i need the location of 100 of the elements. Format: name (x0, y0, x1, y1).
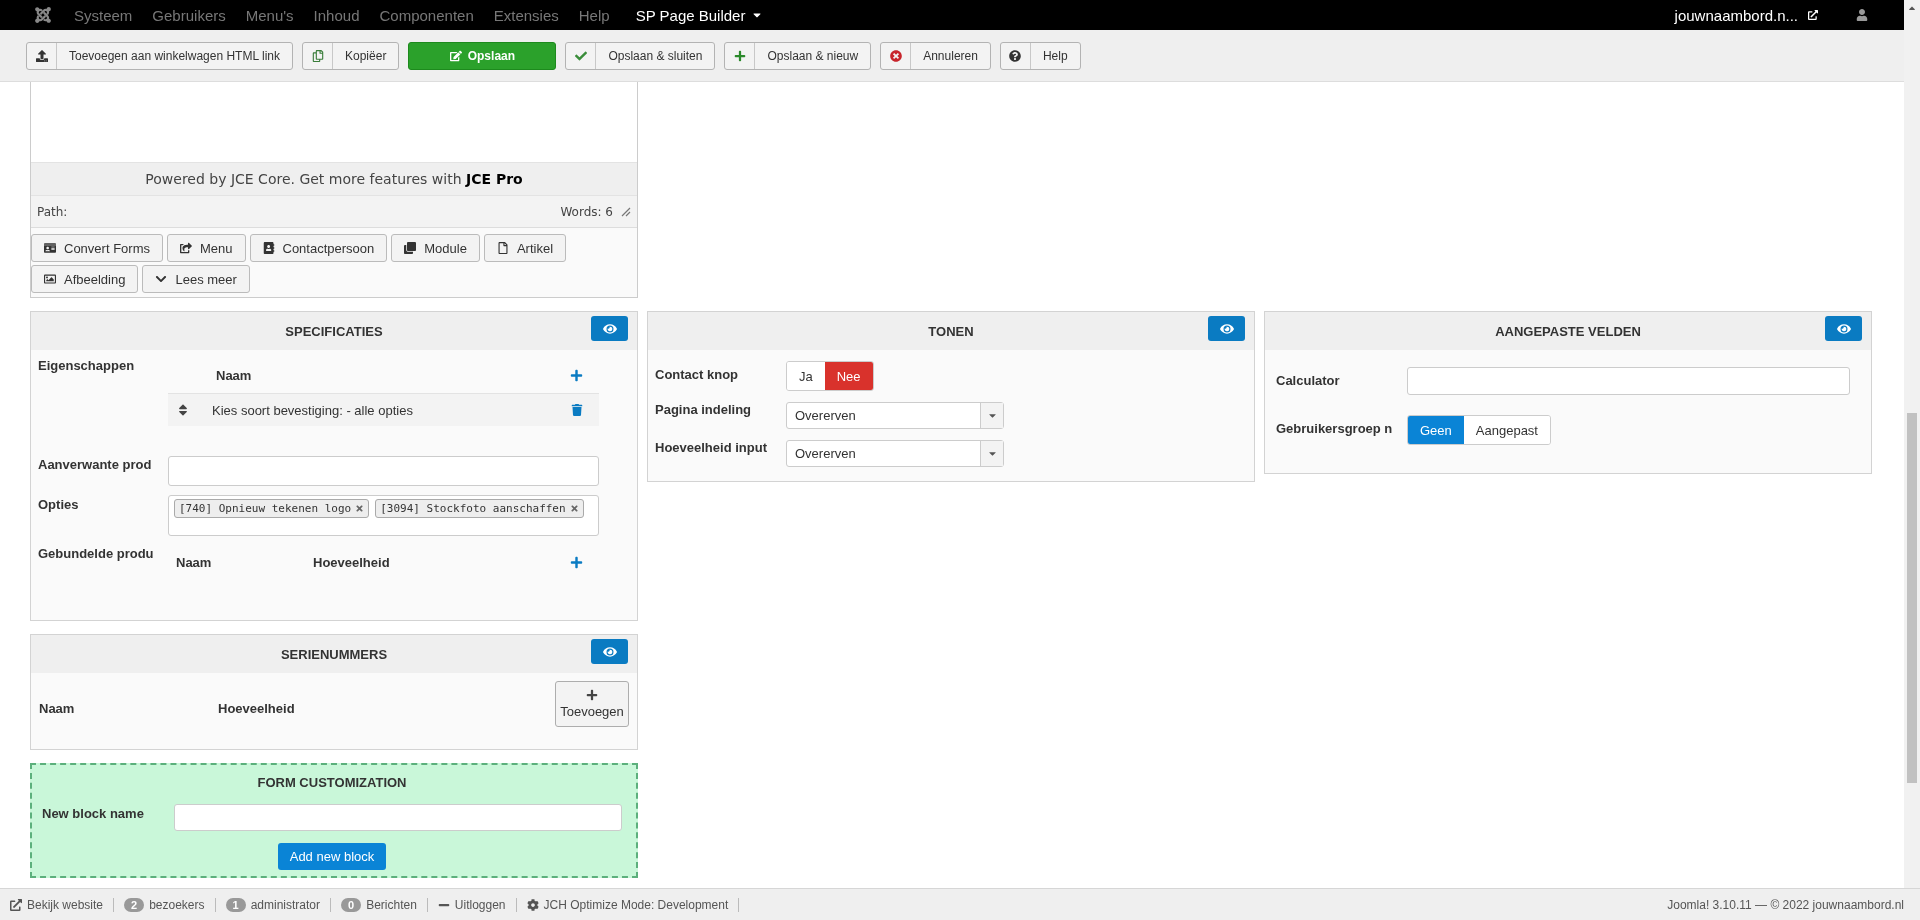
status-link[interactable]: JCH Optimize Mode: Development (543, 897, 729, 912)
toggle-option[interactable]: Ja (787, 362, 825, 390)
input-field[interactable] (1407, 367, 1850, 395)
chevron-down-icon (155, 273, 168, 285)
status-link[interactable]: administrator (250, 897, 320, 912)
field-label: Aanverwante prod (38, 456, 153, 472)
column-header: Hoeveelheid (313, 554, 390, 570)
notice-text: Powered by JCE Core. Get more features with JCE Pro (145, 171, 523, 187)
drag-handle-icon[interactable] (176, 403, 190, 417)
toolbar-button[interactable]: Annuleren (880, 41, 991, 70)
toggle-option[interactable]: Geen (1408, 416, 1464, 444)
toggle-option[interactable]: Nee (824, 362, 873, 390)
visibility-button[interactable] (591, 639, 628, 664)
toggle-option[interactable]: Aangepast (1463, 416, 1550, 444)
panel-title: FORM CUSTOMIZATION (257, 775, 407, 790)
external-link-icon (1808, 10, 1818, 20)
file-icon (496, 242, 509, 254)
share-icon (179, 242, 192, 254)
eye-icon (1836, 321, 1851, 336)
toolbar-button[interactable]: Help (999, 41, 1081, 70)
delete-icon[interactable] (571, 404, 583, 416)
status-link[interactable]: Berichten (366, 897, 417, 912)
word-count: Words: 6 (560, 204, 613, 219)
panel-title: SPECIFICATIES (285, 323, 383, 339)
scroll-thumb[interactable] (1907, 413, 1917, 783)
field-label: Gebruikersgroep n (1276, 420, 1394, 436)
visibility-button[interactable] (1208, 316, 1245, 341)
visibility-button[interactable] (591, 316, 628, 341)
copy-icon (311, 49, 324, 62)
column-header: Naam (39, 699, 76, 716)
remove-icon[interactable] (569, 504, 579, 513)
add-block-button[interactable]: Add new block (277, 843, 387, 870)
status-link[interactable]: Uitloggen (454, 897, 506, 912)
field-label: Hoeveelheid input (655, 440, 768, 455)
editor-button[interactable]: Convert Forms (31, 234, 163, 262)
menu-item[interactable]: Systeem (74, 6, 133, 24)
eye-icon (602, 321, 617, 336)
menu-item[interactable]: SP Page Builder (635, 6, 764, 24)
select-field[interactable]: Overerven (786, 440, 1004, 467)
eye-icon (602, 644, 617, 659)
path-label: Path: (37, 204, 68, 219)
scrollbar[interactable] (1904, 0, 1920, 888)
menu-item[interactable]: Menu's (245, 6, 294, 24)
column-header: Naam (176, 554, 213, 570)
input-field[interactable] (168, 456, 599, 486)
add-icon[interactable] (570, 555, 583, 569)
tag: [740] Opnieuw tekenen logo (174, 499, 370, 518)
resize-icon[interactable] (621, 206, 631, 217)
logo-icon (34, 6, 52, 24)
toolbar-button[interactable]: Toevoegen aan winkelwagen HTML link (26, 41, 293, 70)
select-field[interactable]: Overerven (786, 402, 1004, 429)
editor-button[interactable]: Afbeelding (31, 265, 139, 293)
address-book-icon (262, 242, 275, 254)
count-badge: 0 (341, 897, 362, 912)
edit-icon (449, 49, 462, 62)
add-button[interactable]: Toevoegen (555, 681, 629, 727)
table-cell: Kies soort bevestiging: - alle opties (212, 402, 413, 418)
panel-title: SERIENUMMERS (280, 646, 388, 662)
visibility-button[interactable] (1825, 316, 1862, 341)
input-field[interactable] (174, 804, 622, 831)
add-icon[interactable] (570, 369, 583, 382)
eye-icon (1219, 321, 1234, 336)
field-label: Calculator (1276, 372, 1341, 388)
tag-field[interactable]: [740] Opnieuw tekenen logo [3094] Stockfoto aanschaffen (168, 495, 599, 536)
toolbar-button[interactable]: Opslaan & sluiten (565, 41, 716, 70)
plus-icon (586, 689, 598, 701)
field-label: Gebundelde produ (38, 545, 155, 561)
column-header: Naam (216, 368, 252, 383)
cancel-icon (889, 49, 902, 62)
status-link[interactable]: bezoekers (149, 897, 205, 912)
site-link[interactable]: jouwnaambord.n... (1674, 6, 1798, 24)
menu-item[interactable]: Help (578, 6, 610, 24)
plus-icon (733, 49, 746, 62)
field-label: New block name (42, 805, 145, 821)
editor-button[interactable]: Lees meer (142, 265, 250, 293)
menu-item[interactable]: Inhoud (313, 6, 360, 24)
editor-button[interactable]: Contactpersoon (249, 234, 388, 262)
help-icon (1009, 49, 1022, 62)
field-label: Contact knop (655, 366, 740, 382)
image-icon (44, 273, 56, 285)
remove-icon[interactable] (355, 504, 365, 513)
status-link[interactable]: Bekijk website (27, 897, 104, 912)
toolbar-button[interactable]: Kopiëer (302, 41, 400, 70)
panel-title: AANGEPASTE VELDEN (1495, 323, 1641, 339)
settings-icon (526, 898, 539, 911)
menu-item[interactable]: Gebruikers (152, 6, 226, 24)
card-icon (44, 242, 56, 254)
panel-title: TONEN (928, 323, 974, 339)
editor-button[interactable]: Artikel (483, 234, 567, 262)
count-badge: 1 (225, 897, 246, 912)
menu-item[interactable]: Componenten (379, 6, 474, 24)
user-icon[interactable] (1856, 9, 1868, 21)
check-icon (574, 49, 587, 62)
toolbar-button[interactable]: Opslaan & nieuw (724, 41, 872, 70)
menu-item[interactable]: Extensies (493, 6, 559, 24)
external-link-icon (10, 898, 22, 911)
field-label: Eigenschappen (38, 358, 136, 373)
editor-button[interactable]: Menu (166, 234, 246, 262)
count-badge: 2 (124, 897, 145, 912)
editor-button[interactable]: Module (391, 234, 480, 262)
